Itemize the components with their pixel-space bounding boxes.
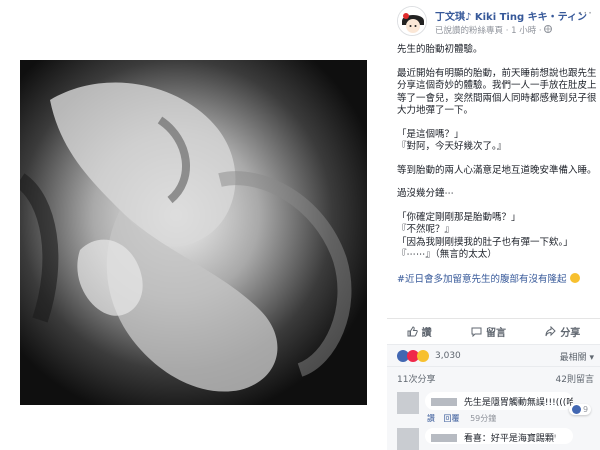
like-label: 讚 [421,328,432,339]
reactions-summary[interactable]: 3,030 [397,350,461,362]
comment-reactions[interactable]: 9 [569,404,592,415]
post-paragraph-6: 「你確定剛剛那是胎動嗎？」 『不然呢？』 「因為我剛剛摸我的肚子也有彈一下欸。」… [397,212,597,262]
redacted-name [431,434,457,442]
reaction-count: 3,030 [435,351,461,361]
post-line: 『對阿，今天好幾次了。』 [397,141,507,152]
page-avatar[interactable] [397,6,427,36]
share-arrow-icon [545,326,557,337]
commenter-avatar[interactable] [397,392,419,414]
comment-reply-link[interactable]: 回覆 [444,414,460,423]
globe-icon [544,25,553,36]
post-line: 『不然呢？』 [397,224,455,235]
comment-item: 看喜：好平是海寶踢顆ꜝ [387,424,600,450]
share-label: 分享 [560,328,581,339]
post-meta-text: 已說讚的粉絲專頁 · 1 小時 · [435,26,542,36]
comment-count-link[interactable]: 42則留言 [556,372,594,385]
redacted-name [431,398,457,406]
share-button[interactable]: 分享 [545,324,580,339]
laughing-emoji-icon [569,272,580,283]
comment-bubble: 看喜：好平是海寶踢顆ꜝ [425,428,573,444]
comment-time: 59分鐘 [470,414,497,423]
post-line: 大力地彈了一下。 [397,105,474,116]
commenter-avatar[interactable] [397,428,419,450]
page-name-link[interactable]: 丁文琪♪ Kiki Ting キキ・ティン [435,8,587,23]
post-paragraph-4: 等到胎動的兩人心滿意足地互道晚安準備入睡。 [397,164,597,176]
post-line: 「因為我剛剛摸我的肚子也有彈一下欸。」 [397,236,573,248]
comment-bubble: 先生是隱胃觸動無誤!!!(((哈哈哈 [425,392,573,410]
post-line: 「你確定剛剛那是胎動嗎？」 [397,211,521,223]
post-line: 分享這個奇妙的體驗。我們一人一手放在肚皮上 [397,80,597,91]
post-header: 丁文琪♪ Kiki Ting キキ・ティン 已說讚的粉絲專頁 · 1 小時 · … [397,6,597,40]
thumbs-up-icon [407,326,418,337]
post-text: 先生的胎動初體驗。 最近開始有明顯的胎動，前天睡前想說也跟先生 分享這個奇妙的體… [397,44,597,297]
post-line: 等了一會兒，突然間兩個人同時都感覺到兒子很 [397,92,597,104]
post-line: 『⋯⋯』（無言的太太） [397,249,497,260]
comment-like-link[interactable]: 讚 [427,414,435,423]
more-options-icon[interactable]: ··· [579,6,593,20]
haha-reaction-icon [417,350,429,362]
comment-reaction-count: 9 [583,405,589,414]
comment-button[interactable]: 留言 [471,324,506,339]
like-reaction-icon [572,405,581,414]
post-line: 「是這個嗎？」 [397,128,464,140]
post-actions-bar: 讚 留言 分享 [387,318,600,344]
post-paragraph-5: 過沒幾分鐘⋯ [397,188,455,199]
photo-viewer [0,0,387,450]
shares-bar: 11次分享 42則留言 [387,366,600,388]
post-meta: 已說讚的粉絲專頁 · 1 小時 · [435,24,553,36]
avatar-icon [398,7,426,35]
post-paragraph-7: #近日會多加留意先生的腹部有沒有隆起 [397,272,597,287]
comment-label: 留言 [485,328,506,339]
post-paragraph-3: 「是這個嗎？」 『對阿，今天好幾次了。』 [397,129,597,154]
hashtag-link[interactable]: #近日會多加留意先生的腹部有沒有隆起 [397,274,566,285]
post-sidebar: 丁文琪♪ Kiki Ting キキ・ティン 已說讚的粉絲專頁 · 1 小時 · … [387,0,600,450]
post-paragraph-1: 先生的胎動初體驗。 [397,44,483,55]
share-count-link[interactable]: 11次分享 [397,372,435,385]
comment-bubble-icon [471,326,482,337]
post-paragraph-2: 最近開始有明顯的胎動，前天睡前想說也跟先生 分享這個奇妙的體驗。我們一人一手放在… [397,68,597,118]
post-line: 最近開始有明顯的胎動，前天睡前想說也跟先生 [397,67,597,79]
ultrasound-photo[interactable] [20,60,367,405]
comment-text: 先生是隱胃觸動無誤!!!(((哈哈哈 [463,398,573,408]
like-button[interactable]: 讚 [407,324,432,339]
ultrasound-image [20,60,367,405]
comment-sort-dropdown[interactable]: 最相關 ▾ [560,350,594,363]
comment-item: 先生是隱胃觸動無誤!!!(((哈哈哈 9 讚 回覆 59分鐘 [387,388,600,424]
reactions-bar: 3,030 最相關 ▾ [387,344,600,366]
comment-meta: 讚 回覆 59分鐘 [427,413,496,424]
comment-text: 看喜：好平是海寶踢顆ꜝ [463,434,557,444]
